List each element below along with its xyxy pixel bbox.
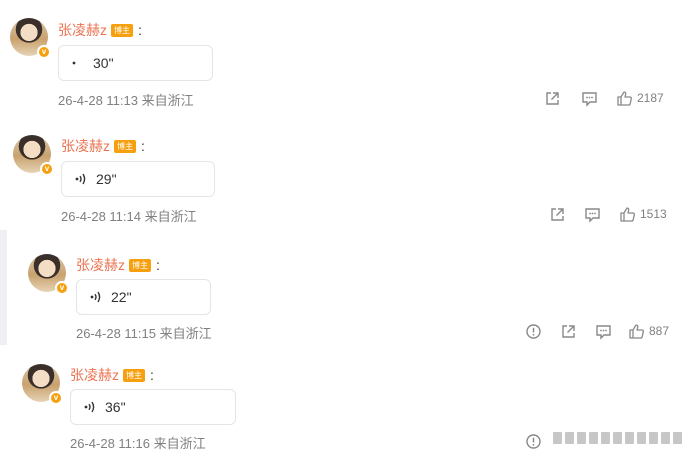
report-button[interactable]: [525, 323, 542, 340]
timestamp: 26-4-28 11:14: [61, 209, 141, 224]
role-badge: 博主: [123, 368, 145, 382]
share-icon: [562, 324, 575, 338]
colon: :: [156, 257, 160, 273]
share-icon: [551, 207, 564, 221]
comment-meta: 26-4-28 11:16 来自浙江: [70, 433, 206, 452]
like-button[interactable]: 1513: [619, 206, 667, 223]
like-count: 1513: [640, 207, 667, 221]
comment-button[interactable]: [595, 323, 612, 340]
role-badge: 博主: [129, 258, 151, 272]
voice-duration: 22": [111, 289, 132, 305]
share-button[interactable]: [549, 206, 566, 223]
comment-meta: 26-4-28 11:15 来自浙江: [76, 323, 212, 342]
report-icon: [526, 323, 541, 339]
comment-meta: 26-4-28 11:14 来自浙江: [61, 206, 197, 225]
verified-badge-icon: v: [55, 281, 69, 295]
username[interactable]: 张凌赫z: [76, 255, 125, 275]
avatar[interactable]: v: [28, 254, 69, 295]
like-count: 887: [649, 324, 670, 338]
comment-button[interactable]: [584, 206, 601, 223]
avatar[interactable]: v: [22, 364, 63, 405]
verified-badge-icon: v: [49, 391, 63, 405]
voice-message[interactable]: 36": [70, 389, 236, 425]
voice-comment: v 张凌赫z 博主 : 36" 26-4-28 11:16 来自浙江: [0, 0, 690, 451]
colon: :: [150, 367, 154, 383]
voice-message[interactable]: 29": [61, 161, 215, 197]
voice-duration: 36": [105, 399, 126, 415]
report-icon: [526, 433, 541, 449]
loading-overlay: [553, 432, 683, 444]
thumbs-up-icon: [629, 323, 644, 339]
timestamp: 26-4-28 11:16: [70, 436, 150, 451]
sidebar-strip: [0, 230, 7, 345]
share-button[interactable]: [560, 323, 577, 340]
avatar[interactable]: v: [13, 135, 54, 176]
voice-duration: 29": [96, 171, 117, 187]
sound-wave-icon: [90, 291, 101, 303]
voice-message[interactable]: 22": [76, 279, 211, 315]
comment-icon: [585, 207, 600, 223]
sound-wave-icon: [84, 401, 95, 413]
location: 来自浙江: [144, 209, 197, 224]
comment-icon: [596, 324, 611, 340]
role-badge: 博主: [114, 139, 136, 153]
thumbs-up-icon: [620, 206, 635, 222]
sound-wave-icon: [75, 173, 86, 185]
like-button[interactable]: 887: [628, 323, 669, 340]
colon: :: [141, 138, 145, 154]
username[interactable]: 张凌赫z: [70, 365, 119, 385]
location: 来自浙江: [153, 436, 206, 451]
username[interactable]: 张凌赫z: [61, 136, 110, 156]
timestamp: 26-4-28 11:15: [76, 326, 156, 341]
location: 来自浙江: [159, 326, 212, 341]
verified-badge-icon: v: [40, 162, 54, 176]
report-button[interactable]: [525, 433, 542, 450]
